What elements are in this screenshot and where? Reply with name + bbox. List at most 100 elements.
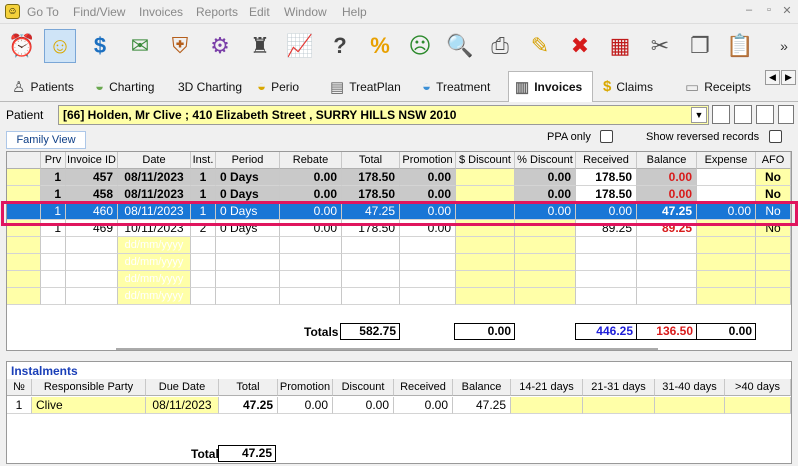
cell-expense[interactable] xyxy=(697,254,756,271)
header-expense[interactable]: Expense xyxy=(697,152,756,169)
app-icon[interactable]: ☺ xyxy=(5,4,20,19)
date-placeholder[interactable]: dd/mm/yyyy xyxy=(118,237,191,254)
cell-dollar-discount[interactable] xyxy=(456,203,515,220)
close-icon[interactable]: ✕ xyxy=(778,4,796,20)
date-placeholder[interactable]: dd/mm/yyyy xyxy=(118,288,191,305)
header-no[interactable]: № xyxy=(7,379,32,396)
row-selector[interactable] xyxy=(7,271,41,288)
tab-scroll-right-icon[interactable]: ▶ xyxy=(781,70,796,85)
menu-window[interactable]: Window xyxy=(284,5,327,19)
header-14-21-days[interactable]: 14-21 days xyxy=(511,379,583,396)
shield-icon[interactable]: ⛨ xyxy=(164,29,196,63)
tab-perio[interactable]: ◒ Perio xyxy=(251,72,305,101)
empty-row[interactable]: dd/mm/yyyy xyxy=(7,254,791,271)
cell-31-40-days[interactable] xyxy=(655,397,725,414)
row-selector[interactable] xyxy=(7,186,41,203)
gears-icon[interactable]: ⚙ xyxy=(204,29,236,63)
delete-icon[interactable]: ✖ xyxy=(564,29,596,63)
cell-afo[interactable] xyxy=(756,237,791,254)
cell-afo[interactable]: No xyxy=(756,169,791,186)
tab-3d-charting[interactable]: 3D Charting xyxy=(172,72,248,101)
header-due-date[interactable]: Due Date xyxy=(146,379,219,396)
cell-dollar-discount[interactable] xyxy=(456,254,515,271)
cell-dollar-discount[interactable] xyxy=(456,271,515,288)
header-inst[interactable]: Inst. xyxy=(191,152,216,169)
empty-row[interactable]: dd/mm/yyyy xyxy=(7,271,791,288)
cell-afo[interactable]: No xyxy=(756,203,791,220)
cell-afo[interactable] xyxy=(756,254,791,271)
cell-expense[interactable] xyxy=(697,220,756,237)
table-row-selected[interactable]: 1 460 08/11/2023 1 0 Days 0.00 47.25 0.0… xyxy=(7,203,791,220)
family-view-button[interactable]: Family View xyxy=(6,131,86,149)
printer-icon[interactable]: ⎙ xyxy=(484,29,516,63)
menu-help[interactable]: Help xyxy=(342,5,367,19)
cell-expense[interactable] xyxy=(697,169,756,186)
cell-dollar-discount[interactable] xyxy=(456,237,515,254)
row-selector[interactable] xyxy=(7,169,41,186)
tab-claims[interactable]: $ Claims xyxy=(597,72,659,101)
smiley-icon[interactable]: ☺ xyxy=(44,29,76,63)
empty-row[interactable]: dd/mm/yyyy xyxy=(7,237,791,254)
magnifier-icon[interactable]: 🔍 xyxy=(444,29,476,63)
instalment-row[interactable]: 1 Clive 08/11/2023 47.25 0.00 0.00 0.00 … xyxy=(7,397,791,414)
header-total[interactable]: Total xyxy=(342,152,400,169)
cell-due-date[interactable]: 08/11/2023 xyxy=(146,397,219,414)
header-21-31-days[interactable]: 21-31 days xyxy=(583,379,655,396)
header-over-40-days[interactable]: >40 days xyxy=(725,379,791,396)
cell-expense[interactable] xyxy=(697,288,756,305)
menu-edit[interactable]: Edit xyxy=(249,5,270,19)
cell-afo[interactable]: No xyxy=(756,186,791,203)
header-received[interactable]: Received xyxy=(576,152,637,169)
restore-icon[interactable]: ▫ xyxy=(760,4,778,20)
minimize-icon[interactable]: – xyxy=(740,4,758,20)
header-received[interactable]: Received xyxy=(394,379,453,396)
pencil-icon[interactable]: ✎ xyxy=(524,29,556,63)
cell-afo[interactable] xyxy=(756,288,791,305)
cell-dollar-discount[interactable] xyxy=(456,169,515,186)
tab-charting[interactable]: ◒ Charting xyxy=(89,72,160,101)
header-balance[interactable]: Balance xyxy=(453,379,511,396)
cell-afo[interactable] xyxy=(756,271,791,288)
header-total[interactable]: Total xyxy=(219,379,278,396)
row-selector[interactable] xyxy=(7,203,41,220)
table-row[interactable]: 1 469 10/11/2023 2 0 Days 0.00 178.50 0.… xyxy=(7,220,791,237)
row-selector[interactable] xyxy=(7,288,41,305)
header-discount[interactable]: Discount xyxy=(333,379,394,396)
cell-pct-discount[interactable] xyxy=(515,220,576,237)
menu-reports[interactable]: Reports xyxy=(196,5,238,19)
envelope-icon[interactable]: ✉ xyxy=(124,29,156,63)
menu-go-to[interactable]: Go To xyxy=(27,5,59,19)
cell-pct-discount[interactable] xyxy=(515,254,576,271)
show-reversed-checkbox[interactable] xyxy=(769,130,782,143)
tab-invoices[interactable]: ▥ Invoices xyxy=(508,71,593,102)
cell-pct-discount[interactable] xyxy=(515,271,576,288)
date-placeholder[interactable]: dd/mm/yyyy xyxy=(118,254,191,271)
header-balance[interactable]: Balance xyxy=(637,152,697,169)
dollar-icon[interactable]: $ xyxy=(84,29,116,63)
header-prv[interactable]: Prv xyxy=(41,152,66,169)
menu-find-view[interactable]: Find/View xyxy=(73,5,125,19)
cell-expense[interactable] xyxy=(697,237,756,254)
tab-scroll-left-icon[interactable]: ◀ xyxy=(765,70,780,85)
cell-dollar-discount[interactable] xyxy=(456,186,515,203)
header-date[interactable]: Date xyxy=(118,152,191,169)
cell-expense[interactable] xyxy=(697,271,756,288)
cell-pct-discount[interactable] xyxy=(515,288,576,305)
paste-icon[interactable]: 📋 xyxy=(724,29,756,63)
ppa-only-checkbox[interactable] xyxy=(600,130,613,143)
cell-expense[interactable] xyxy=(697,186,756,203)
tab-patients[interactable]: ♙ Patients xyxy=(6,72,80,101)
row-selector[interactable] xyxy=(7,237,41,254)
cell-dollar-discount[interactable] xyxy=(456,220,515,237)
cell-afo[interactable]: No xyxy=(756,220,791,237)
header-rebate[interactable]: Rebate xyxy=(280,152,342,169)
header-pct-discount[interactable]: % Discount xyxy=(515,152,576,169)
calendar-icon[interactable]: ▦ xyxy=(604,29,636,63)
cell-pct-discount[interactable] xyxy=(515,237,576,254)
patient-option-box-2[interactable] xyxy=(734,105,752,124)
cell-responsible-party[interactable]: Clive xyxy=(32,397,146,414)
header-promotion[interactable]: Promotion xyxy=(400,152,456,169)
cell-over-40-days[interactable] xyxy=(725,397,791,414)
table-row[interactable]: 1 458 08/11/2023 1 0 Days 0.00 178.50 0.… xyxy=(7,186,791,203)
chart-growth-icon[interactable]: 📈 xyxy=(284,29,316,63)
